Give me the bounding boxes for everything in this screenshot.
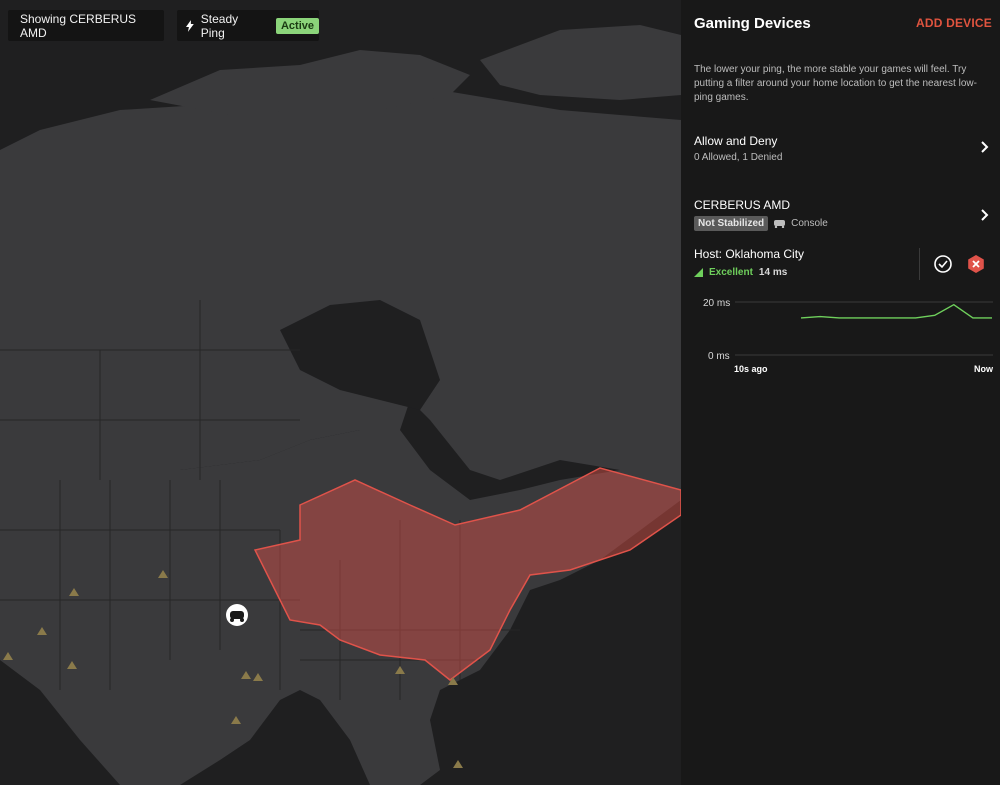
- xtick-label: Now: [974, 364, 994, 374]
- allow-deny-title: Allow and Deny: [694, 134, 778, 148]
- ping-value: 14 ms: [758, 267, 788, 278]
- panel-title: Gaming Devices: [694, 15, 811, 32]
- check-icon: [938, 260, 948, 269]
- xtick-label: 10s ago: [734, 364, 768, 374]
- device-row[interactable]: CERBERUS AMD Not Stabilized Console: [694, 198, 992, 231]
- ping-series-line: [800, 303, 992, 319]
- ytick-label: 20 ms: [703, 298, 730, 309]
- device-location-marker[interactable]: [226, 604, 248, 626]
- ytick-label: 0 ms: [708, 351, 730, 362]
- panel-description: The lower your ping, the more stable you…: [694, 64, 977, 103]
- device-pill-label: Showing CERBERUS AMD: [20, 11, 137, 40]
- gaming-devices-panel: Gaming Devices ADD DEVICE The lower your…: [681, 0, 1000, 785]
- device-selector-pill[interactable]: Showing CERBERUS AMD: [8, 10, 164, 41]
- host-info: Host: Oklahoma City Excellent 14 ms: [694, 247, 804, 278]
- device-status-badge: Not Stabilized: [694, 216, 769, 231]
- connection-quality: Excellent: [709, 267, 753, 278]
- steady-ping-label: Steady Ping: [200, 11, 239, 40]
- allow-deny-subtitle: 0 Allowed, 1 Denied: [694, 152, 783, 163]
- gamepad-icon: [774, 219, 786, 228]
- greenland-shape: [480, 25, 681, 100]
- server-marker[interactable]: [453, 760, 463, 768]
- device-type: Console: [791, 218, 828, 229]
- chevron-right-icon: [981, 141, 989, 153]
- add-device-button[interactable]: ADD DEVICE: [916, 16, 992, 30]
- allow-deny-row[interactable]: Allow and Deny 0 Allowed, 1 Denied: [694, 134, 992, 163]
- divider: [919, 248, 920, 280]
- device-name: CERBERUS AMD: [694, 198, 791, 212]
- signal-icon: [694, 268, 703, 277]
- allow-check-button[interactable]: [933, 254, 953, 274]
- ping-chart: 20 ms 0 ms 10s ago Now: [703, 298, 994, 374]
- host-title: Host: Oklahoma City: [694, 247, 805, 261]
- steady-ping-pill[interactable]: Steady Ping Active: [177, 10, 319, 41]
- map-canvas[interactable]: [0, 0, 681, 785]
- deny-button[interactable]: [966, 254, 986, 274]
- chevron-right-icon: [981, 209, 989, 221]
- map-view[interactable]: Showing CERBERUS AMD Steady Ping Active: [0, 0, 681, 785]
- bolt-icon: [185, 19, 194, 32]
- active-badge: Active: [275, 17, 319, 34]
